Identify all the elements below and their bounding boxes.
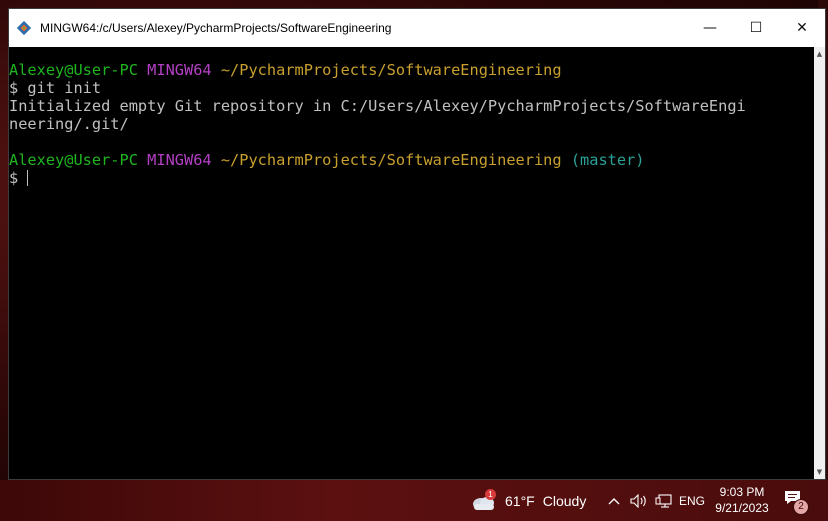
cloud-icon: 1 — [470, 489, 498, 513]
clock-date: 9/21/2023 — [715, 501, 769, 515]
window-title: MINGW64:/c/Users/Alexey/PycharmProjects/… — [40, 21, 392, 35]
weather-widget[interactable]: 1 61°F Cloudy — [470, 486, 586, 516]
notification-center-button[interactable]: 2 — [783, 489, 809, 515]
minimize-button[interactable]: — — [687, 9, 733, 47]
prompt-path: ~/PycharmProjects/SoftwareEngineering — [220, 151, 562, 169]
prompt-line: Alexey@User-PC MINGW64 ~/PycharmProjects… — [9, 151, 815, 169]
maximize-icon: ☐ — [749, 20, 763, 36]
network-button[interactable] — [653, 488, 675, 514]
close-button[interactable]: ✕ — [779, 9, 825, 47]
text-cursor — [27, 170, 29, 186]
notification-count-badge: 2 — [793, 499, 809, 515]
prompt-branch: (master) — [570, 151, 645, 169]
prompt-line: Alexey@User-PC MINGW64 ~/PycharmProjects… — [9, 61, 815, 79]
command-line: $ git init — [9, 79, 102, 97]
prompt-user: Alexey@User-PC — [9, 61, 138, 79]
terminal-window: MINGW64:/c/Users/Alexey/PycharmProjects/… — [8, 8, 826, 480]
speaker-icon — [630, 494, 646, 508]
volume-button[interactable] — [628, 488, 650, 514]
terminal-content[interactable]: Alexey@User-PC MINGW64 ~/PycharmProjects… — [9, 47, 815, 479]
input-line[interactable]: $ — [9, 169, 815, 187]
clock[interactable]: 9:03 PM 9/21/2023 — [712, 484, 772, 516]
prompt-env: MINGW64 — [147, 151, 212, 169]
language-indicator[interactable]: ENG — [676, 488, 708, 514]
chevron-up-icon — [608, 498, 620, 505]
output-line-wrap: neering/.git/ — [9, 115, 129, 133]
network-icon — [655, 494, 672, 508]
clock-time: 9:03 PM — [719, 485, 765, 499]
prompt-user: Alexey@User-PC — [9, 151, 138, 169]
output-line: Initialized empty Git repository in C:/U… — [9, 97, 746, 115]
input-prompt: $ — [9, 169, 28, 187]
prompt-path: ~/PycharmProjects/SoftwareEngineering — [220, 61, 562, 79]
maximize-button[interactable]: ☐ — [733, 9, 779, 47]
weather-temperature: 61°F — [505, 493, 535, 509]
close-icon: ✕ — [796, 20, 808, 36]
git-bash-icon[interactable] — [16, 20, 32, 36]
minimize-icon: — — [703, 20, 717, 36]
scroll-up-icon[interactable]: ▲ — [814, 47, 825, 61]
prompt-env: MINGW64 — [147, 61, 212, 79]
window-controls: — ☐ ✕ — [687, 9, 825, 47]
title-bar[interactable]: MINGW64:/c/Users/Alexey/PycharmProjects/… — [9, 9, 825, 47]
weather-alert-badge: 1 — [485, 489, 496, 500]
vertical-scrollbar[interactable]: ▲ ▼ — [814, 47, 825, 479]
scroll-down-icon[interactable]: ▼ — [814, 465, 825, 479]
weather-condition: Cloudy — [542, 493, 587, 509]
taskbar: 1 61°F Cloudy ENG 9:03 PM 9/21/2023 2 — [0, 480, 828, 521]
show-hidden-icons-button[interactable] — [605, 488, 623, 514]
